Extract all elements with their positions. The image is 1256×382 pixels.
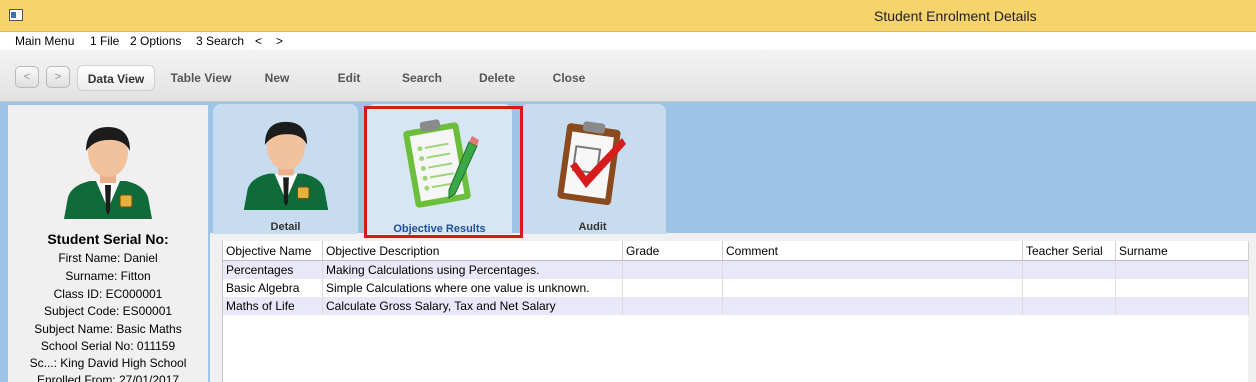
class-id-field: Class ID: EC000001 xyxy=(53,287,163,301)
menu-file[interactable]: 1 File xyxy=(90,34,119,48)
table-cell[interactable] xyxy=(1116,279,1249,297)
surname-field: Surname: Fitton xyxy=(65,269,151,283)
menu-main[interactable]: Main Menu xyxy=(15,34,74,48)
forward-button[interactable]: > xyxy=(46,66,70,88)
toolbar: < > Data View Table View New Edit Search… xyxy=(0,50,1256,102)
tab-detail[interactable]: Detail xyxy=(213,104,358,234)
tab-detail-label: Detail xyxy=(270,221,301,233)
column-header[interactable]: Grade xyxy=(623,241,723,261)
table-row[interactable]: Percentages Making Calculations using Pe… xyxy=(223,261,1249,279)
close-button[interactable]: Close xyxy=(547,65,591,91)
title-bar: Student Enrolment Details xyxy=(0,0,1256,32)
table-cell[interactable] xyxy=(723,279,1023,297)
table-cell[interactable] xyxy=(1023,261,1116,279)
subject-code-field: Subject Code: ES00001 xyxy=(43,304,173,318)
table-cell[interactable] xyxy=(1023,279,1116,297)
table-cell[interactable]: Calculate Gross Salary, Tax and Net Sala… xyxy=(323,297,623,315)
data-view-button[interactable]: Data View xyxy=(77,65,155,91)
column-header[interactable]: Teacher Serial xyxy=(1023,241,1116,261)
table-row[interactable]: Basic Algebra Simple Calculations where … xyxy=(223,279,1249,297)
objectives-table[interactable]: Objective Name Objective Description Gra… xyxy=(222,241,1249,382)
new-button[interactable]: New xyxy=(255,65,299,91)
table-cell[interactable]: Percentages xyxy=(223,261,323,279)
menu-bar: Main Menu 1 File 2 Options 3 Search < > xyxy=(0,32,1256,50)
table-cell[interactable] xyxy=(623,297,723,315)
tab-audit-label: Audit xyxy=(578,221,607,233)
back-button[interactable]: < xyxy=(15,66,39,88)
table-cell[interactable]: Basic Algebra xyxy=(223,279,323,297)
tab-audit[interactable]: Audit xyxy=(520,104,666,234)
tab-selection-highlight xyxy=(364,106,523,238)
menu-options[interactable]: 2 Options xyxy=(130,34,181,48)
student-summary-card: Student Serial No: First Name: Daniel Su… xyxy=(8,105,208,382)
window-title: Student Enrolment Details xyxy=(874,8,1037,24)
subject-name-field: Subject Name: Basic Maths xyxy=(34,322,182,336)
student-avatar-icon xyxy=(64,127,152,219)
table-cell[interactable] xyxy=(1116,261,1249,279)
table-view-button[interactable]: Table View xyxy=(165,65,237,91)
table-row[interactable]: Maths of Life Calculate Gross Salary, Ta… xyxy=(223,297,1249,315)
menu-prev[interactable]: < xyxy=(255,34,262,48)
edit-button[interactable]: Edit xyxy=(329,65,369,91)
table-cell[interactable]: Maths of Life xyxy=(223,297,323,315)
column-header[interactable]: Comment xyxy=(723,241,1023,261)
table-cell[interactable]: Making Calculations using Percentages. xyxy=(323,261,623,279)
student-summary-panel: Student Serial No: First Name: Daniel Su… xyxy=(0,102,210,382)
table-cell[interactable] xyxy=(1116,297,1249,315)
column-header[interactable]: Objective Description xyxy=(323,241,623,261)
student-serial-heading: Student Serial No: xyxy=(47,231,169,247)
menu-next[interactable]: > xyxy=(276,34,283,48)
column-header[interactable]: Objective Name xyxy=(223,241,323,261)
menu-search[interactable]: 3 Search xyxy=(196,34,244,48)
column-header[interactable]: Surname xyxy=(1116,241,1249,261)
table-cell[interactable] xyxy=(723,297,1023,315)
first-name-field: First Name: Daniel xyxy=(58,251,158,265)
search-button[interactable]: Search xyxy=(395,65,449,91)
table-cell[interactable] xyxy=(1023,297,1116,315)
app-icon[interactable] xyxy=(9,9,23,21)
table-cell[interactable] xyxy=(623,261,723,279)
audit-clipboard-icon xyxy=(557,121,626,206)
school-serial-field: School Serial No: 011159 xyxy=(40,339,176,353)
table-cell[interactable] xyxy=(723,261,1023,279)
student-avatar-icon xyxy=(243,121,329,210)
school-name-field: Sc...: King David High School xyxy=(29,356,187,370)
enrolled-from-field: Enrolled From: 27/01/2017 xyxy=(36,373,180,382)
table-cell[interactable]: Simple Calculations where one value is u… xyxy=(323,279,623,297)
delete-button[interactable]: Delete xyxy=(471,65,523,91)
table-cell[interactable] xyxy=(623,279,723,297)
